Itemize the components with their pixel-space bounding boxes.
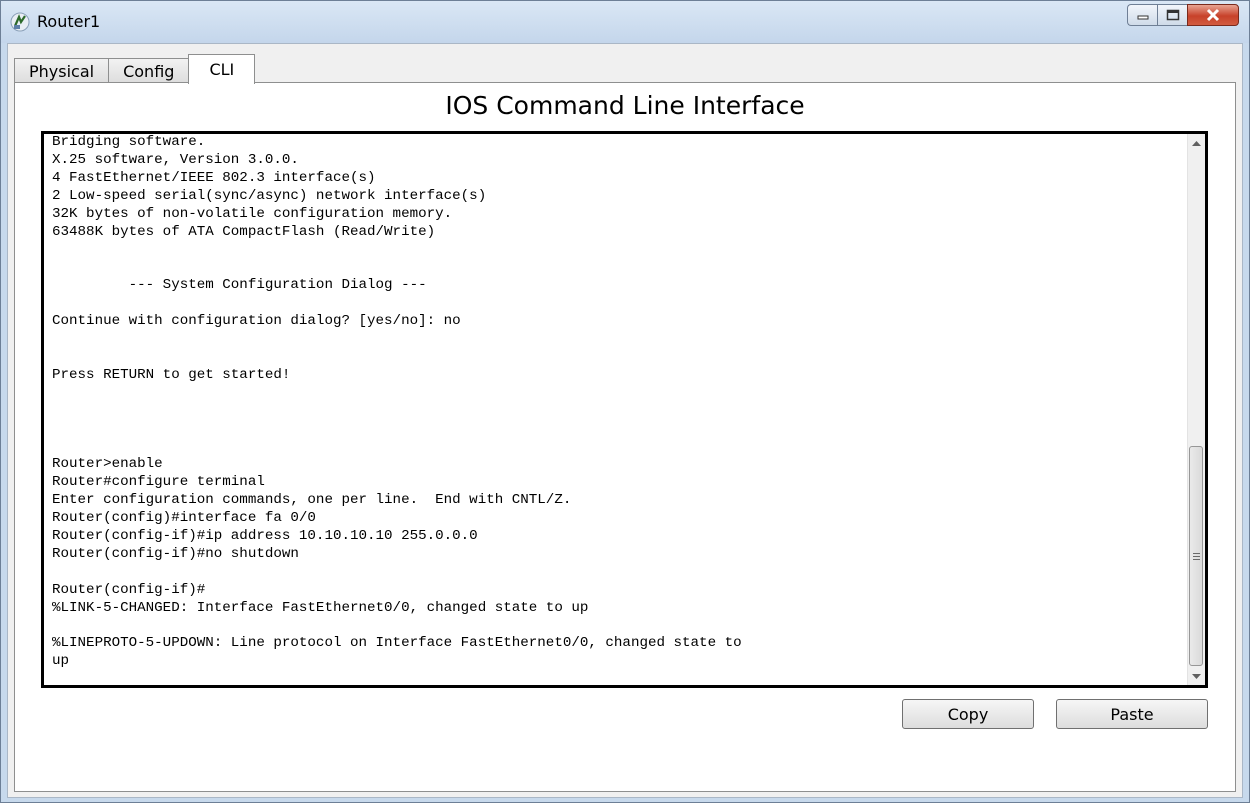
cli-panel: IOS Command Line Interface Bridging soft…: [14, 82, 1236, 792]
minimize-button[interactable]: [1127, 4, 1157, 26]
tab-physical[interactable]: Physical: [14, 58, 110, 84]
tab-config[interactable]: Config: [108, 58, 190, 84]
scroll-down-button[interactable]: [1188, 668, 1205, 685]
scroll-down-arrow-icon: [1192, 673, 1201, 679]
close-button[interactable]: [1187, 4, 1239, 26]
terminal-scrollbar[interactable]: [1187, 134, 1205, 685]
maximize-icon: [1166, 9, 1179, 21]
close-icon: [1206, 8, 1220, 22]
copy-button[interactable]: Copy: [902, 699, 1034, 729]
scroll-up-arrow-icon: [1192, 140, 1201, 146]
router-app-icon: [10, 12, 30, 32]
window-controls: [1127, 4, 1239, 26]
minimize-icon: [1137, 15, 1148, 20]
title-bar[interactable]: Router1: [1, 1, 1249, 43]
maximize-button[interactable]: [1157, 4, 1187, 26]
scroll-up-button[interactable]: [1188, 134, 1205, 151]
window-title: Router1: [37, 12, 101, 31]
grip-icon: [1192, 552, 1200, 560]
cli-terminal[interactable]: Bridging software. X.25 software, Versio…: [41, 131, 1208, 688]
tab-cli[interactable]: CLI: [188, 54, 256, 84]
window-body: Physical Config CLI IOS Command Line Int…: [7, 43, 1243, 798]
cli-heading: IOS Command Line Interface: [445, 91, 805, 120]
paste-button[interactable]: Paste: [1056, 699, 1208, 729]
tab-strip: Physical Config CLI: [14, 54, 256, 84]
terminal-output[interactable]: Bridging software. X.25 software, Versio…: [52, 134, 1172, 684]
router-window: Router1 Physical Config CLI IOS Command …: [0, 0, 1250, 803]
scrollbar-thumb[interactable]: [1189, 446, 1203, 666]
